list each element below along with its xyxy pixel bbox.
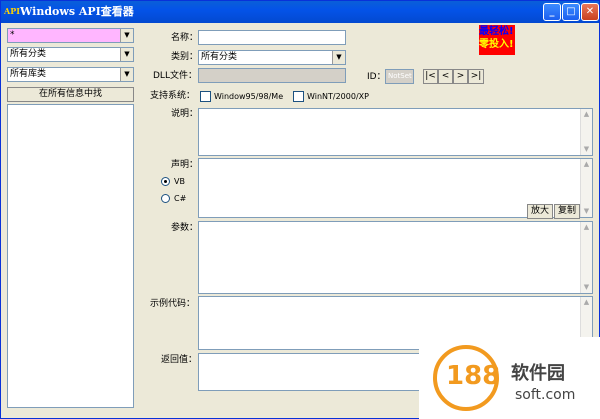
window-title: Windows API查看器 [20, 5, 134, 18]
dll-input [198, 68, 346, 83]
scroll-down-icon[interactable]: ▼ [581, 206, 592, 217]
nav-prev-button[interactable]: < [438, 69, 453, 84]
scroll-up-icon[interactable]: ▲ [581, 159, 592, 170]
promo-line1: 最轻松! [479, 26, 514, 37]
os-winnt-label: WinNT/2000/XP [307, 92, 369, 101]
maximize-button[interactable]: □ [562, 3, 580, 21]
watermark: 188 软件园 soft.com [419, 337, 600, 419]
zoom-button[interactable]: 放大 [527, 204, 553, 219]
category-filter-value: 所有分类 [10, 49, 47, 59]
lang-vb-radio[interactable] [161, 177, 170, 186]
minimize-button[interactable]: _ [543, 3, 561, 21]
lang-vb-label: VB [174, 177, 185, 186]
chevron-down-icon[interactable]: ▼ [332, 51, 345, 64]
params-scrollbar[interactable]: ▲ ▼ [580, 222, 592, 293]
scroll-down-icon[interactable]: ▼ [581, 282, 592, 293]
id-label: ID： [367, 72, 386, 82]
scroll-up-icon[interactable]: ▲ [581, 297, 592, 308]
app-icon: API [4, 6, 20, 16]
chevron-down-icon[interactable]: ▼ [120, 68, 133, 81]
search-all-button[interactable]: 在所有信息中找 [7, 87, 134, 102]
category-select[interactable]: 所有分类 ▼ [198, 50, 346, 65]
watermark-number: 188 [446, 361, 501, 391]
os-win9x-label: Window95/98/Me [214, 92, 284, 101]
os-win9x-checkbox[interactable] [200, 91, 211, 102]
watermark-en-text: soft.com [515, 387, 576, 403]
watermark-cn-text: 软件园 [511, 363, 565, 384]
title-bar[interactable]: API Windows API查看器 _ □ ✕ [1, 1, 599, 23]
library-filter-select[interactable]: 所有库类 ▼ [7, 67, 134, 82]
params-label: 参数： [171, 223, 199, 233]
sample-label: 示例代码： [150, 299, 196, 309]
return-label: 返回值： [161, 355, 198, 365]
nav-next-button[interactable]: > [453, 69, 468, 84]
api-list[interactable] [7, 104, 134, 408]
dll-label: DLL文件： [153, 71, 197, 81]
scroll-up-icon[interactable]: ▲ [581, 109, 592, 120]
copy-button[interactable]: 复制 [554, 204, 580, 219]
nav-first-button[interactable]: |< [423, 69, 438, 84]
name-input[interactable] [198, 30, 346, 45]
lang-csharp-radio[interactable] [161, 194, 170, 203]
id-input: NotSet [385, 69, 414, 84]
name-label: 名称： [171, 33, 199, 43]
params-textarea[interactable]: ▲ ▼ [198, 221, 593, 294]
scroll-down-icon[interactable]: ▼ [581, 144, 592, 155]
declaration-scrollbar[interactable]: ▲ ▼ [580, 159, 592, 217]
description-textarea[interactable]: ▲ ▼ [198, 108, 593, 156]
description-scrollbar[interactable]: ▲ ▼ [580, 109, 592, 155]
category-label: 类别： [171, 52, 199, 62]
os-label: 支持系统： [150, 91, 196, 101]
category-select-value: 所有分类 [201, 52, 238, 62]
promo-line2: 零投入! [479, 39, 514, 50]
category-filter-select[interactable]: 所有分类 ▼ [7, 47, 134, 62]
search-combo-value: * [10, 30, 15, 40]
os-winnt-checkbox[interactable] [293, 91, 304, 102]
library-filter-value: 所有库类 [10, 69, 47, 79]
lang-csharp-label: C# [174, 194, 187, 203]
description-label: 说明： [171, 109, 199, 119]
scroll-up-icon[interactable]: ▲ [581, 222, 592, 233]
chevron-down-icon[interactable]: ▼ [120, 29, 133, 42]
nav-last-button[interactable]: >| [468, 69, 484, 84]
promo-banner[interactable]: 最轻松! 零投入! [479, 25, 515, 55]
search-combo[interactable]: * ▼ [7, 28, 134, 43]
close-button[interactable]: ✕ [581, 3, 599, 21]
chevron-down-icon[interactable]: ▼ [120, 48, 133, 61]
declaration-label: 声明： [171, 160, 199, 170]
